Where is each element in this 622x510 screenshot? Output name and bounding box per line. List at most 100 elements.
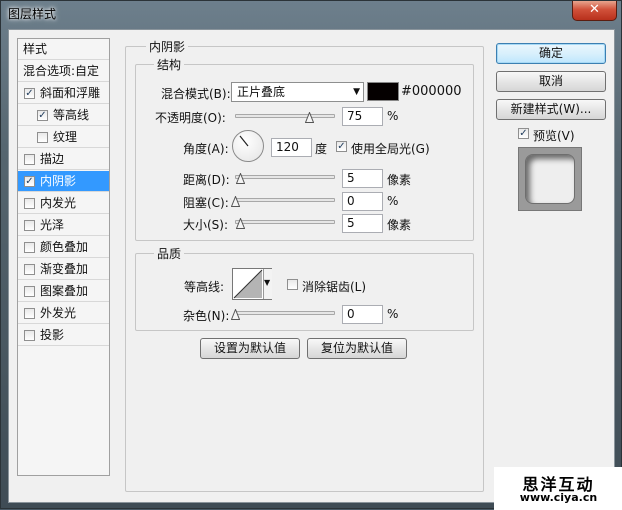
style-preview-thumbnail — [518, 147, 582, 211]
reset-default-button[interactable]: 复位为默认值 — [307, 338, 407, 359]
noise-slider-track[interactable] — [235, 311, 335, 315]
satin-checkbox[interactable] — [24, 220, 35, 231]
size-input[interactable]: 5 — [342, 214, 383, 233]
contour-label: 等高线 — [53, 108, 90, 122]
preview-label: 预览(V) — [533, 129, 575, 143]
distance-slider-track[interactable] — [235, 175, 335, 179]
window-title: 图层样式 — [8, 7, 57, 21]
bevel-emboss-label: 斜面和浮雕 — [40, 86, 101, 100]
shadow-color-hex: #000000 — [401, 84, 462, 99]
color-overlay-checkbox[interactable] — [24, 242, 35, 253]
anti-alias-label: 消除锯齿(L) — [302, 280, 367, 294]
drop-shadow-label: 投影 — [40, 328, 65, 342]
new-style-button[interactable]: 新建样式(W)... — [496, 99, 606, 120]
style-item-gradient-overlay[interactable]: 渐变叠加 — [18, 259, 109, 280]
contour-dropdown[interactable]: ▼ — [263, 269, 272, 299]
cancel-button[interactable]: 取消 — [496, 71, 606, 92]
blend-options-item[interactable]: 混合选项:自定 — [18, 61, 109, 82]
dialog-body: 样式 混合选项:自定 ✓ 斜面和浮雕 ✓ 等高线 纹理 描边 ✓ 内阴影 内发光… — [8, 29, 615, 503]
distance-unit: 像素 — [387, 173, 412, 187]
close-icon: ✕ — [589, 2, 600, 17]
distance-slider-thumb[interactable] — [236, 173, 245, 184]
choke-slider-thumb[interactable] — [231, 196, 240, 207]
layer-style-window: 图层样式 ✕ 样式 混合选项:自定 ✓ 斜面和浮雕 ✓ 等高线 纹理 描边 ✓ … — [0, 0, 622, 510]
outer-glow-label: 外发光 — [40, 306, 77, 320]
noise-label: 杂色(N): — [183, 309, 230, 323]
contour-checkbox[interactable]: ✓ — [37, 110, 48, 121]
style-item-color-overlay[interactable]: 颜色叠加 — [18, 237, 109, 258]
anti-alias-checkbox[interactable] — [287, 279, 298, 290]
use-global-light-checkbox[interactable]: ✓ — [336, 141, 347, 152]
choke-input[interactable]: 0 — [342, 192, 383, 211]
use-global-light-label: 使用全局光(G) — [351, 142, 430, 156]
ok-button[interactable]: 确定 — [496, 43, 606, 64]
make-default-button[interactable]: 设置为默认值 — [200, 338, 300, 359]
choke-unit: % — [387, 194, 399, 208]
distance-input[interactable]: 5 — [342, 169, 383, 188]
contour-label: 等高线: — [184, 280, 225, 294]
choke-label: 阻塞(C): — [183, 196, 229, 210]
angle-label: 角度(A): — [183, 142, 229, 156]
close-button[interactable]: ✕ — [572, 1, 617, 21]
angle-input[interactable]: 120 — [271, 138, 312, 157]
inner-shadow-label: 内阴影 — [40, 174, 77, 188]
style-item-satin[interactable]: 光泽 — [18, 215, 109, 236]
style-item-inner-glow[interactable]: 内发光 — [18, 193, 109, 214]
style-item-contour[interactable]: ✓ 等高线 — [18, 105, 109, 126]
chevron-down-icon: ▼ — [264, 278, 271, 287]
satin-label: 光泽 — [40, 218, 65, 232]
size-slider-track[interactable] — [235, 220, 335, 224]
inner-shadow-checkbox[interactable]: ✓ — [24, 176, 35, 187]
shadow-color-swatch[interactable] — [367, 82, 399, 101]
angle-dial[interactable] — [232, 130, 264, 162]
size-label: 大小(S): — [183, 218, 229, 232]
opacity-input[interactable]: 75 — [342, 107, 383, 126]
bevel-emboss-checkbox[interactable]: ✓ — [24, 88, 35, 99]
inner-glow-label: 内发光 — [40, 196, 77, 210]
outer-glow-checkbox[interactable] — [24, 308, 35, 319]
noise-unit: % — [387, 307, 399, 321]
stroke-checkbox[interactable] — [24, 154, 35, 165]
blend-options-label: 混合选项:自定 — [23, 64, 100, 78]
preview-checkbox[interactable]: ✓ — [518, 128, 529, 139]
quality-title: 品质 — [154, 245, 185, 262]
opacity-label: 不透明度(O): — [155, 111, 226, 125]
style-item-texture[interactable]: 纹理 — [18, 127, 109, 148]
style-item-drop-shadow[interactable]: 投影 — [18, 325, 109, 346]
contour-picker[interactable]: ▼ — [232, 268, 272, 300]
watermark: 思洋互动 www.ciya.cn — [494, 467, 622, 510]
inner-glow-checkbox[interactable] — [24, 198, 35, 209]
opacity-slider-track[interactable] — [235, 114, 335, 118]
angle-dial-needle-icon — [239, 135, 249, 147]
watermark-url: www.ciya.cn — [519, 491, 598, 504]
styles-header[interactable]: 样式 — [18, 39, 109, 60]
styles-header-label: 样式 — [23, 42, 48, 56]
gradient-overlay-label: 渐变叠加 — [40, 262, 89, 276]
gradient-overlay-checkbox[interactable] — [24, 264, 35, 275]
styles-list: 样式 混合选项:自定 ✓ 斜面和浮雕 ✓ 等高线 纹理 描边 ✓ 内阴影 内发光… — [17, 38, 110, 476]
distance-label: 距离(D): — [183, 173, 230, 187]
style-item-outer-glow[interactable]: 外发光 — [18, 303, 109, 324]
noise-slider-thumb[interactable] — [231, 309, 240, 320]
size-slider-thumb[interactable] — [236, 218, 245, 229]
stroke-label: 描边 — [40, 152, 65, 166]
color-overlay-label: 颜色叠加 — [40, 240, 89, 254]
contour-curve-icon — [233, 269, 263, 299]
style-item-inner-shadow[interactable]: ✓ 内阴影 — [18, 171, 109, 192]
opacity-unit: % — [387, 109, 399, 123]
style-item-stroke[interactable]: 描边 — [18, 149, 109, 170]
pattern-overlay-checkbox[interactable] — [24, 286, 35, 297]
preview-swatch-shape — [526, 155, 574, 203]
blend-mode-select[interactable]: 正片叠底 ▼ — [231, 82, 364, 102]
style-item-pattern-overlay[interactable]: 图案叠加 — [18, 281, 109, 302]
structure-title: 结构 — [154, 56, 185, 73]
choke-slider-track[interactable] — [235, 198, 335, 202]
drop-shadow-checkbox[interactable] — [24, 330, 35, 341]
style-item-bevel-emboss[interactable]: ✓ 斜面和浮雕 — [18, 83, 109, 104]
blend-mode-value: 正片叠底 — [237, 85, 286, 99]
opacity-slider-thumb[interactable] — [305, 112, 314, 123]
angle-unit: 度 — [315, 142, 328, 156]
noise-input[interactable]: 0 — [342, 305, 383, 324]
texture-checkbox[interactable] — [37, 132, 48, 143]
title-bar[interactable]: 图层样式 ✕ — [1, 1, 621, 27]
